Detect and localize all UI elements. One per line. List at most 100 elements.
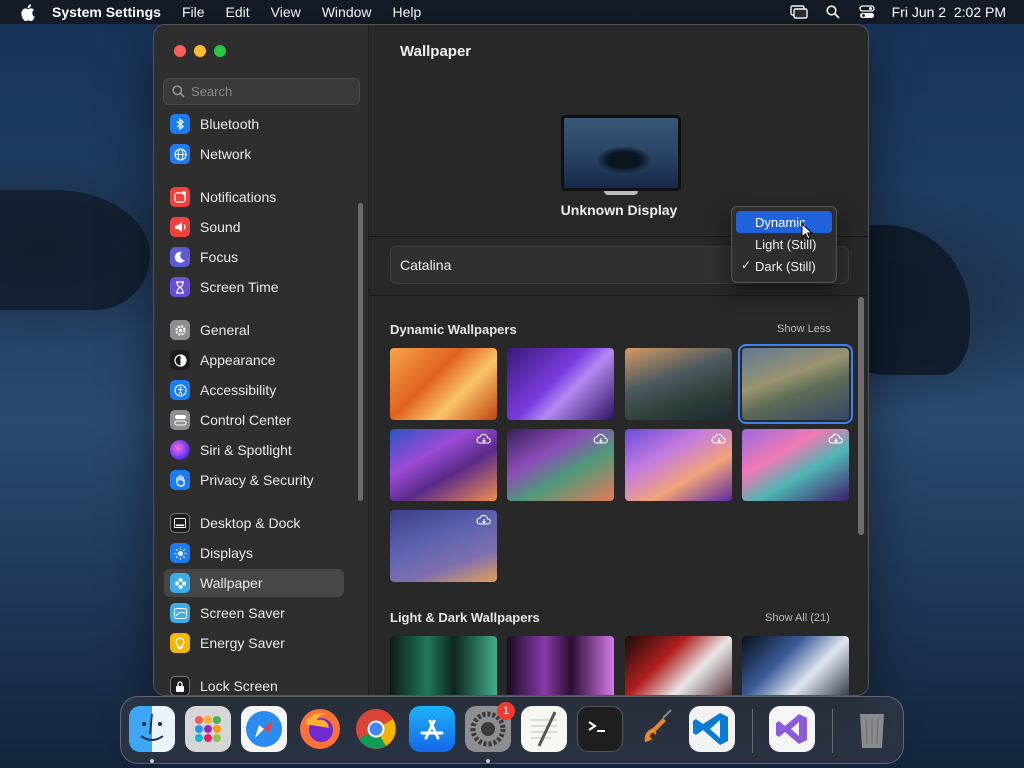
wallpaper-thumb-sonoma-2[interactable] bbox=[507, 429, 614, 501]
display-name: Unknown Display bbox=[560, 202, 678, 218]
sidebar-item-label: Siri & Spotlight bbox=[200, 442, 292, 458]
notification-badge: 1 bbox=[497, 702, 515, 720]
wallpaper-thumb-sonoma-1[interactable] bbox=[390, 429, 497, 501]
wallpaper-thumb-catalina[interactable] bbox=[738, 344, 853, 424]
sidebar-item-accessibility[interactable]: Accessibility bbox=[164, 376, 344, 404]
divider bbox=[369, 295, 868, 296]
menubar-clock[interactable]: Fri Jun 2 2:02 PM bbox=[892, 4, 1006, 20]
sidebar-scrollbar[interactable] bbox=[358, 203, 363, 501]
sidebar-item-energy-saver[interactable]: Energy Saver bbox=[164, 629, 344, 657]
sidebar-item-appearance[interactable]: Appearance bbox=[164, 346, 344, 374]
sidebar-item-displays[interactable]: Displays bbox=[164, 539, 344, 567]
wallpaper-thumb-big-sur-red[interactable] bbox=[625, 636, 732, 695]
sidebar-search[interactable] bbox=[163, 78, 360, 105]
battery-icon bbox=[170, 633, 190, 653]
wallpaper-thumb-sonoma-5[interactable] bbox=[390, 510, 497, 582]
sidebar-item-screen-saver[interactable]: Screen Saver bbox=[164, 599, 344, 627]
sidebar-item-notifications[interactable]: Notifications bbox=[164, 183, 344, 211]
cloud-download-icon[interactable] bbox=[593, 433, 609, 445]
sidebar-item-control-center[interactable]: Control Center bbox=[164, 406, 344, 434]
cloud-download-icon[interactable] bbox=[476, 433, 492, 445]
sidebar-item-privacy[interactable]: Privacy & Security bbox=[164, 466, 344, 494]
appearance-icon bbox=[170, 350, 190, 370]
lock-icon bbox=[170, 676, 190, 695]
wallpaper-thumb-imac-purple[interactable] bbox=[507, 636, 614, 695]
cloud-download-icon[interactable] bbox=[476, 514, 492, 526]
popup-option-label: Dark (Still) bbox=[755, 258, 816, 274]
appearance-popup-menu: Dynamic Light (Still) ✓ Dark (Still) bbox=[731, 206, 837, 283]
vscode-icon[interactable] bbox=[689, 706, 735, 752]
show-less-button[interactable]: Show Less bbox=[777, 323, 831, 335]
popup-option-light[interactable]: Light (Still) bbox=[736, 233, 832, 255]
terminal-icon[interactable] bbox=[577, 706, 623, 752]
menu-edit[interactable]: Edit bbox=[226, 4, 250, 20]
sidebar-item-label: General bbox=[200, 322, 250, 338]
wallpaper-icon bbox=[170, 573, 190, 593]
chrome-icon[interactable] bbox=[353, 706, 399, 752]
firefox-icon[interactable] bbox=[297, 706, 343, 752]
sidebar: Bluetooth Network Notifications Sound bbox=[154, 25, 369, 695]
main-scrollbar[interactable] bbox=[858, 297, 864, 535]
spotlight-search-icon[interactable] bbox=[824, 5, 842, 19]
launchpad-icon[interactable] bbox=[185, 706, 231, 752]
menu-view[interactable]: View bbox=[271, 4, 301, 20]
wallpaper-thumb-ventura-purple[interactable] bbox=[507, 348, 614, 420]
visual-studio-icon[interactable] bbox=[769, 706, 815, 752]
safari-icon[interactable] bbox=[241, 706, 287, 752]
menu-file[interactable]: File bbox=[182, 4, 205, 20]
cloud-download-icon[interactable] bbox=[711, 433, 727, 445]
show-all-button[interactable]: Show All (21) bbox=[765, 612, 830, 624]
wallpaper-island-left bbox=[0, 190, 150, 310]
accessibility-icon bbox=[170, 380, 190, 400]
toggles-icon bbox=[170, 410, 190, 430]
search-input[interactable] bbox=[191, 84, 351, 99]
wallpaper-thumb-imac-green[interactable] bbox=[390, 636, 497, 695]
cloud-download-icon[interactable] bbox=[828, 433, 844, 445]
sidebar-item-wallpaper[interactable]: Wallpaper bbox=[164, 569, 344, 597]
wallpaper-thumb-sonoma-3[interactable] bbox=[625, 429, 732, 501]
sidebar-item-focus[interactable]: Focus bbox=[164, 243, 344, 271]
minimize-button[interactable] bbox=[194, 45, 206, 57]
trash-icon[interactable] bbox=[849, 706, 895, 752]
menu-app-name[interactable]: System Settings bbox=[52, 4, 161, 20]
gear-icon bbox=[170, 320, 190, 340]
finder-icon[interactable] bbox=[129, 706, 175, 752]
running-indicator bbox=[150, 759, 154, 763]
sidebar-item-siri[interactable]: Siri & Spotlight bbox=[164, 436, 344, 464]
display-preview bbox=[561, 115, 681, 191]
dock: 1 bbox=[120, 696, 904, 764]
control-center-icon[interactable] bbox=[858, 5, 876, 19]
bluetooth-icon bbox=[170, 114, 190, 134]
wallpaper-thumb-sonoma-4[interactable] bbox=[742, 429, 849, 501]
system-settings-icon[interactable]: 1 bbox=[465, 702, 515, 752]
dock-divider bbox=[752, 709, 753, 753]
zoom-button[interactable] bbox=[214, 45, 226, 57]
sidebar-item-label: Wallpaper bbox=[200, 575, 263, 591]
garageband-icon[interactable] bbox=[633, 706, 679, 752]
wallpaper-thumb-big-sur-blue[interactable] bbox=[742, 636, 849, 695]
close-button[interactable] bbox=[174, 45, 186, 57]
sidebar-item-desktop-dock[interactable]: Desktop & Dock bbox=[164, 509, 344, 537]
settings-window: Bluetooth Network Notifications Sound bbox=[154, 25, 868, 695]
sidebar-item-sound[interactable]: Sound bbox=[164, 213, 344, 241]
apple-logo-icon[interactable] bbox=[18, 3, 36, 21]
sidebar-item-general[interactable]: General bbox=[164, 316, 344, 344]
screen-mirroring-icon[interactable] bbox=[789, 5, 808, 19]
sidebar-item-label: Focus bbox=[200, 249, 239, 265]
textedit-icon[interactable] bbox=[521, 706, 567, 752]
sidebar-item-lock-screen[interactable]: Lock Screen bbox=[164, 672, 344, 695]
screensaver-icon bbox=[170, 603, 190, 623]
popup-option-dark[interactable]: ✓ Dark (Still) bbox=[736, 255, 832, 277]
checkmark-icon: ✓ bbox=[741, 258, 752, 272]
app-store-icon[interactable] bbox=[409, 706, 455, 752]
sidebar-item-bluetooth[interactable]: Bluetooth bbox=[164, 110, 344, 138]
menu-help[interactable]: Help bbox=[393, 4, 422, 20]
page-title: Wallpaper bbox=[400, 43, 472, 60]
menu-window[interactable]: Window bbox=[322, 4, 372, 20]
wallpaper-thumb-monterey-coast[interactable] bbox=[625, 348, 732, 420]
sidebar-item-network[interactable]: Network bbox=[164, 140, 344, 168]
dock-divider bbox=[832, 709, 833, 753]
wallpaper-thumb-ventura[interactable] bbox=[390, 348, 497, 420]
sidebar-item-screen-time[interactable]: Screen Time bbox=[164, 273, 344, 301]
popup-option-dynamic[interactable]: Dynamic bbox=[736, 211, 832, 233]
